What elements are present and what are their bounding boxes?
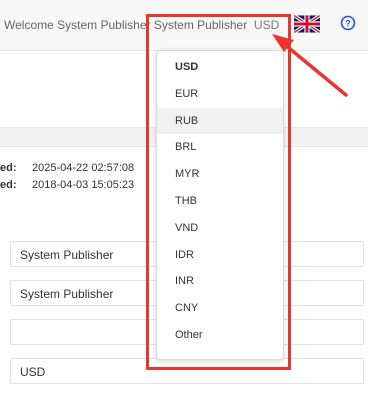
currency-option-myr[interactable]: MYR <box>157 161 283 188</box>
currency-option-usd[interactable]: USD <box>157 54 283 81</box>
svg-text:?: ? <box>345 19 351 29</box>
currency-option-idr[interactable]: IDR <box>157 242 283 269</box>
welcome-text: Welcome System Publisher System Publishe… <box>4 18 248 32</box>
currency-option-brl[interactable]: BRL <box>157 134 283 161</box>
uk-flag-icon[interactable] <box>294 15 320 33</box>
question-circle-icon[interactable]: ? <box>340 15 356 31</box>
meta-value-2: 2018-04-03 15:05:23 <box>32 179 135 191</box>
currency-option-vnd[interactable]: VND <box>157 215 283 242</box>
currency-dropdown: USD EUR RUB BRL MYR THB VND IDR INR CNY … <box>156 50 284 360</box>
meta-label-2: ed: <box>0 179 17 191</box>
currency-option-rub[interactable]: RUB <box>157 107 283 135</box>
currency-option-eur[interactable]: EUR <box>157 81 283 108</box>
meta-label-1: ed: <box>0 162 17 174</box>
meta-value-1: 2025-04-22 02:57:08 <box>32 162 135 174</box>
currency-field[interactable]: USD <box>10 358 364 384</box>
currency-option-other[interactable]: Other <box>157 322 283 349</box>
currency-option-cny[interactable]: CNY <box>157 295 283 322</box>
currency-option-thb[interactable]: THB <box>157 188 283 215</box>
currency-selector[interactable]: USD <box>254 18 279 32</box>
top-bar: Welcome System Publisher System Publishe… <box>0 0 368 51</box>
currency-option-inr[interactable]: INR <box>157 268 283 295</box>
